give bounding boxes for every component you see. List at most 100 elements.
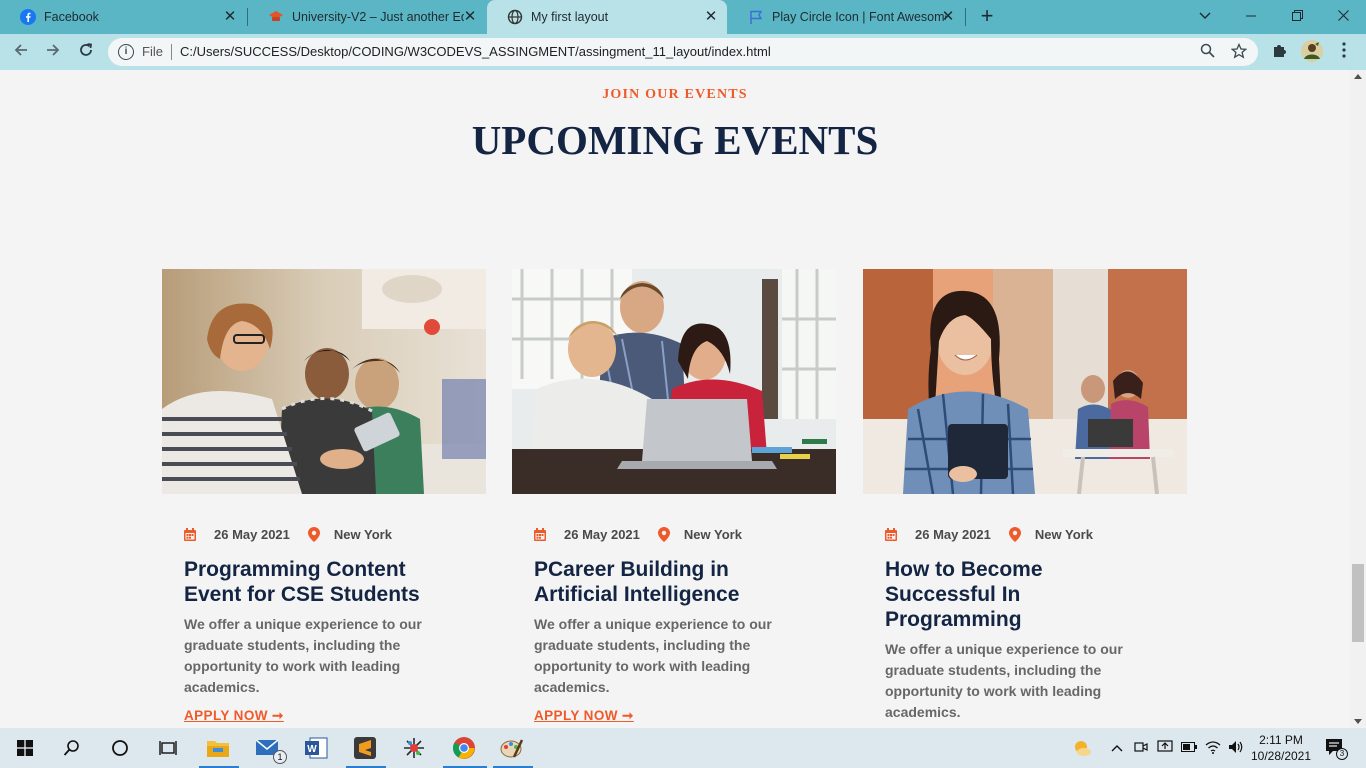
flag-icon	[748, 9, 764, 25]
weather-icon[interactable]	[1072, 738, 1092, 758]
apply-now-label: APPLY NOW	[534, 708, 618, 723]
event-date: 26 May 2021	[214, 527, 290, 542]
info-icon[interactable]: i	[118, 44, 134, 60]
event-description: We offer a unique experience to our grad…	[534, 616, 772, 695]
browser-toolbar: i File C:/Users/SUCCESS/Desktop/CODING/W…	[0, 34, 1366, 70]
restore-icon	[1291, 10, 1303, 21]
taskbar-word[interactable]: W	[301, 734, 331, 762]
minimize-button[interactable]	[1228, 0, 1274, 34]
windows-taskbar: 1 W 2:11 PM 10/28/2021 3	[0, 728, 1366, 768]
taskbar-mail[interactable]: 1	[253, 734, 287, 764]
taskbar-snipping-tool[interactable]	[399, 734, 429, 762]
address-bar[interactable]: i File C:/Users/SUCCESS/Desktop/CODING/W…	[108, 38, 1258, 66]
profile-avatar[interactable]	[1300, 40, 1324, 64]
apply-now-label: APPLY NOW	[184, 708, 268, 723]
event-meta: 26 May 2021 New York	[534, 527, 742, 542]
event-image-smiling-student	[863, 269, 1187, 494]
arrow-right-icon: ➞	[622, 708, 634, 723]
university-icon	[268, 9, 284, 25]
close-tab-icon[interactable]: ✕	[462, 9, 478, 25]
screen-share-icon[interactable]	[1157, 740, 1173, 756]
tab-search-button[interactable]	[1182, 0, 1228, 34]
search-button[interactable]	[57, 734, 87, 762]
chevron-up-icon[interactable]	[1109, 740, 1125, 756]
event-image-group-laptop	[512, 269, 836, 494]
event-date: 26 May 2021	[915, 527, 991, 542]
forward-button[interactable]	[41, 40, 65, 64]
calendar-icon	[184, 528, 196, 541]
globe-icon	[507, 9, 523, 25]
bookmark-star-icon[interactable]	[1230, 42, 1248, 61]
chevron-down-icon	[1199, 12, 1211, 19]
taskbar-paint[interactable]	[497, 734, 527, 762]
scrollbar-thumb[interactable]	[1352, 564, 1364, 642]
folder-icon	[207, 741, 229, 757]
section-eyebrow: JOIN OUR EVENTS	[602, 87, 748, 102]
close-tab-icon[interactable]: ✕	[703, 9, 719, 25]
word-icon: W	[305, 737, 328, 759]
tab-facebook[interactable]: Facebook ✕	[0, 0, 246, 34]
omnibox-divider	[171, 44, 172, 60]
battery-icon[interactable]	[1181, 740, 1197, 756]
minimize-icon	[1246, 15, 1256, 17]
task-view-icon	[159, 741, 177, 755]
snip-icon	[404, 738, 424, 758]
task-view-button[interactable]	[153, 734, 183, 762]
page-scrollbar[interactable]	[1350, 70, 1366, 728]
tab-font-awesome[interactable]: Play Circle Icon | Font Awesome ✕	[728, 0, 964, 34]
event-title[interactable]: Programming Content Event for CSE Studen…	[184, 557, 464, 607]
start-button[interactable]	[10, 734, 40, 762]
apply-now-link[interactable]: APPLY NOW ➞	[534, 708, 634, 724]
omnibox-scheme-label: File	[142, 44, 163, 59]
tab-title: Play Circle Icon | Font Awesome	[772, 10, 946, 24]
svg-text:W: W	[307, 744, 317, 755]
more-menu-icon[interactable]	[1334, 42, 1354, 62]
cortana-button[interactable]	[105, 734, 135, 762]
reload-icon	[80, 43, 93, 56]
event-image-students-working	[162, 269, 486, 494]
taskbar-file-explorer[interactable]	[203, 734, 233, 762]
map-pin-icon	[657, 527, 670, 542]
paint-palette-icon	[500, 739, 524, 758]
clock-date: 10/28/2021	[1250, 749, 1312, 763]
event-title[interactable]: How to Become Successful In Programming	[885, 557, 1105, 632]
tab-title: My first layout	[531, 10, 609, 24]
search-icon	[63, 740, 79, 756]
extensions-puzzle-icon[interactable]	[1270, 42, 1290, 62]
scroll-down-arrow-icon[interactable]	[1354, 719, 1362, 724]
tab-title: University-V2 – Just another Edu	[292, 10, 464, 24]
zoom-icon[interactable]	[1198, 43, 1216, 61]
close-tab-icon[interactable]: ✕	[940, 9, 956, 25]
event-location: New York	[333, 527, 392, 542]
close-tab-icon[interactable]: ✕	[222, 9, 238, 25]
close-icon	[1337, 10, 1349, 21]
back-button[interactable]	[9, 40, 33, 64]
volume-icon[interactable]	[1228, 740, 1244, 756]
chrome-icon	[453, 737, 475, 759]
new-tab-button[interactable]: +	[976, 5, 998, 28]
page-viewport: JOIN OUR EVENTS UPCOMING EVENTS 26 May 2…	[0, 70, 1350, 728]
scroll-up-arrow-icon[interactable]	[1354, 74, 1362, 79]
event-location: New York	[683, 527, 742, 542]
wifi-icon[interactable]	[1205, 740, 1221, 756]
section-title: UPCOMING EVENTS	[471, 117, 879, 163]
taskbar-chrome[interactable]	[449, 734, 479, 762]
taskbar-sublime-text[interactable]	[350, 734, 380, 762]
action-center-icon[interactable]: 3	[1324, 738, 1348, 760]
close-window-button[interactable]	[1320, 0, 1366, 34]
meet-now-icon[interactable]	[1133, 740, 1149, 756]
reload-button[interactable]	[74, 40, 98, 64]
facebook-icon	[20, 9, 36, 25]
browser-tab-strip: Facebook ✕ University-V2 – Just another …	[0, 0, 1366, 34]
tab-university[interactable]: University-V2 – Just another Edu ✕	[248, 0, 486, 34]
clock-time: 2:11 PM	[1259, 733, 1303, 747]
event-meta: 26 May 2021 New York	[885, 527, 1093, 542]
apply-now-link[interactable]: APPLY NOW ➞	[184, 708, 284, 724]
arrow-right-icon	[47, 44, 60, 56]
url-text[interactable]: C:/Users/SUCCESS/Desktop/CODING/W3CODEVS…	[180, 44, 771, 59]
event-title[interactable]: PCareer Building in Artificial Intellige…	[534, 557, 814, 607]
restore-button[interactable]	[1274, 0, 1320, 34]
tab-my-first-layout[interactable]: My first layout ✕	[487, 0, 727, 34]
system-clock[interactable]: 2:11 PM 10/28/2021	[1248, 732, 1314, 764]
event-card: 26 May 2021 New York How to Become Succe…	[863, 269, 1187, 720]
